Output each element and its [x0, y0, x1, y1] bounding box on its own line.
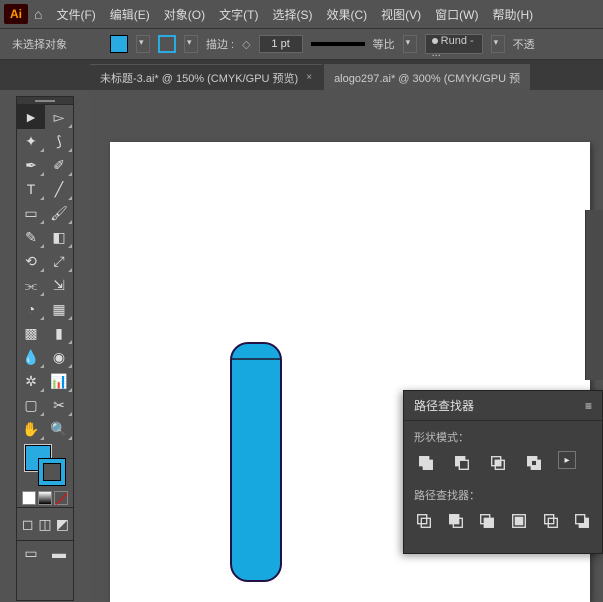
menu-edit[interactable]: 编辑(E)	[110, 6, 150, 23]
screen-mode-normal[interactable]: ▭	[17, 541, 45, 565]
menu-effect[interactable]: 效果(C)	[326, 6, 367, 23]
draw-normal-icon[interactable]: ◻	[19, 512, 36, 536]
pathfinder-panel: 路径查找器 ≡ 形状模式： ▸ 路径查找器：	[403, 390, 603, 554]
rectangle-tool[interactable]: ▭	[17, 201, 45, 225]
trim-icon[interactable]	[446, 509, 466, 533]
fill-swatch[interactable]	[110, 35, 128, 53]
lasso-tool[interactable]: ⟆	[45, 129, 73, 153]
shape-rounded-rect[interactable]	[230, 342, 282, 582]
menu-select[interactable]: 选择(S)	[272, 6, 312, 23]
menu-view[interactable]: 视图(V)	[381, 6, 421, 23]
tool-zone: ►▻ ✦⟆ ✒✐ T╱ ▭🖌 ✎◧ ⟲⤢ ⫘⇲ ◔▦ ▩▮ 💧◉ ✲📊 ▢✂ ✋…	[0, 90, 90, 601]
scale-tool[interactable]: ⤢	[45, 249, 73, 273]
panel-title-label: 路径查找器	[414, 397, 474, 414]
tab-doc-1[interactable]: 未标题-3.ai* @ 150% (CMYK/GPU 预览)×	[90, 64, 322, 90]
artboard-tool[interactable]: ▢	[17, 393, 45, 417]
screen-mode-full[interactable]: ▬	[45, 541, 73, 565]
home-icon[interactable]: ⌂	[34, 6, 42, 22]
symbol-sprayer-tool[interactable]: ✲	[17, 369, 45, 393]
options-bar: 未选择对象 描边 : ◇ 等比 Rund - ... 不透	[0, 28, 603, 60]
perspective-grid-tool[interactable]: ▦	[45, 297, 73, 321]
free-transform-tool[interactable]: ⇲	[45, 273, 73, 297]
selection-label: 未选择对象	[12, 36, 102, 52]
toolbox: ►▻ ✦⟆ ✒✐ T╱ ▭🖌 ✎◧ ⟲⤢ ⫘⇲ ◔▦ ▩▮ 💧◉ ✲📊 ▢✂ ✋…	[16, 96, 74, 601]
gradient-tool[interactable]: ▮	[45, 321, 73, 345]
stroke-color[interactable]	[39, 459, 65, 485]
panel-menu-icon[interactable]: ≡	[585, 399, 592, 413]
stroke-swatch[interactable]	[158, 35, 176, 53]
menu-bar: 文件(F) 编辑(E) 对象(O) 文字(T) 选择(S) 效果(C) 视图(V…	[56, 6, 533, 23]
mesh-tool[interactable]: ▩	[17, 321, 45, 345]
stroke-preview[interactable]	[311, 42, 365, 46]
column-graph-tool[interactable]: 📊	[45, 369, 73, 393]
curvature-tool[interactable]: ✐	[45, 153, 73, 177]
blend-tool[interactable]: ◉	[45, 345, 73, 369]
cap-select[interactable]: Rund - ...	[425, 34, 483, 54]
pen-tool[interactable]: ✒	[17, 153, 45, 177]
tab-doc-2[interactable]: alogo297.ai* @ 300% (CMYK/GPU 预	[324, 64, 530, 90]
toolbox-grip[interactable]	[17, 97, 73, 105]
gradient-mode-icon[interactable]	[38, 491, 52, 505]
intersect-icon[interactable]	[486, 451, 510, 475]
fill-dropdown[interactable]	[136, 35, 150, 53]
title-bar: Ai ⌂ 文件(F) 编辑(E) 对象(O) 文字(T) 选择(S) 效果(C)…	[0, 0, 603, 28]
crop-icon[interactable]	[509, 509, 529, 533]
zoom-tool[interactable]: 🔍	[45, 417, 73, 441]
eraser-tool[interactable]: ◧	[45, 225, 73, 249]
pathfinders-label: 路径查找器：	[414, 487, 592, 503]
stroke-weight-input[interactable]	[259, 35, 303, 53]
shaper-tool[interactable]: ✎	[17, 225, 45, 249]
uniform-label[interactable]: 等比	[373, 36, 395, 52]
cap-dropdown[interactable]	[491, 35, 505, 53]
menu-type[interactable]: 文字(T)	[219, 6, 258, 23]
menu-file[interactable]: 文件(F)	[56, 6, 95, 23]
uniform-dropdown[interactable]	[403, 35, 417, 53]
stroke-dropdown[interactable]	[184, 35, 198, 53]
menu-help[interactable]: 帮助(H)	[492, 6, 533, 23]
minus-front-icon[interactable]	[450, 451, 474, 475]
type-tool[interactable]: T	[17, 177, 45, 201]
outline-icon[interactable]	[541, 509, 561, 533]
draw-behind-icon[interactable]: ◫	[36, 512, 53, 536]
selection-tool[interactable]: ►	[17, 105, 45, 129]
hand-tool[interactable]: ✋	[17, 417, 45, 441]
opacity-label[interactable]: 不透	[513, 36, 535, 52]
line-tool[interactable]: ╱	[45, 177, 73, 201]
document-tabs: 未标题-3.ai* @ 150% (CMYK/GPU 预览)× alogo297…	[0, 60, 603, 90]
shape-modes-label: 形状模式：	[414, 429, 592, 445]
unite-icon[interactable]	[414, 451, 438, 475]
draw-inside-icon[interactable]: ◩	[54, 512, 71, 536]
menu-window[interactable]: 窗口(W)	[435, 6, 478, 23]
eyedropper-tool[interactable]: 💧	[17, 345, 45, 369]
menu-object[interactable]: 对象(O)	[164, 6, 205, 23]
expand-button[interactable]: ▸	[558, 451, 576, 469]
direct-selection-tool[interactable]: ▻	[45, 105, 73, 129]
close-icon[interactable]: ×	[306, 72, 312, 83]
app-logo: Ai	[4, 4, 28, 24]
rotate-tool[interactable]: ⟲	[17, 249, 45, 273]
minus-back-icon[interactable]	[572, 509, 592, 533]
exclude-icon[interactable]	[522, 451, 546, 475]
color-mode-icon[interactable]	[22, 491, 36, 505]
fill-stroke-control[interactable]	[17, 441, 73, 489]
divide-icon[interactable]	[414, 509, 434, 533]
stroke-label: 描边 :	[206, 36, 234, 52]
paintbrush-tool[interactable]: 🖌	[45, 201, 73, 225]
canvas[interactable]: 路径查找器 ≡ 形状模式： ▸ 路径查找器：	[90, 90, 603, 601]
collapsed-panel-dock[interactable]	[585, 210, 603, 380]
magic-wand-tool[interactable]: ✦	[17, 129, 45, 153]
merge-icon[interactable]	[477, 509, 497, 533]
shape-builder-tool[interactable]: ◔	[17, 297, 45, 321]
width-tool[interactable]: ⫘	[17, 273, 45, 297]
slice-tool[interactable]: ✂	[45, 393, 73, 417]
main-area: ►▻ ✦⟆ ✒✐ T╱ ▭🖌 ✎◧ ⟲⤢ ⫘⇲ ◔▦ ▩▮ 💧◉ ✲📊 ▢✂ ✋…	[0, 90, 603, 601]
none-mode-icon[interactable]	[54, 491, 68, 505]
